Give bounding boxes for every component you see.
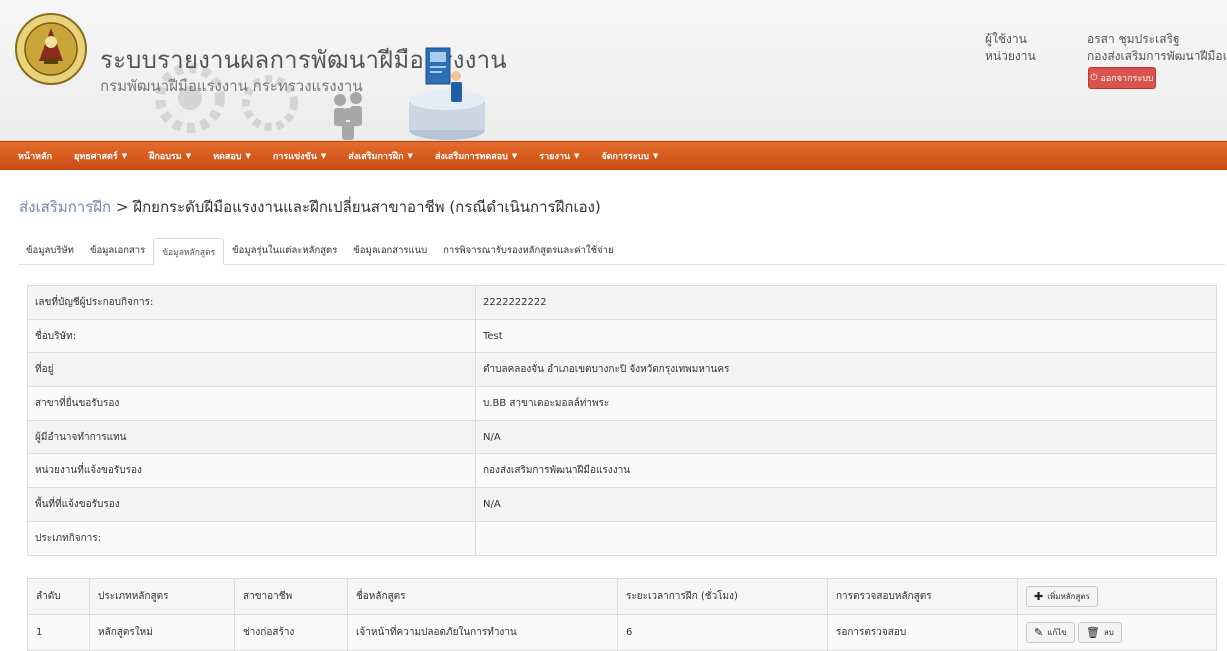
col-header-course-type: ประเภทหลักสูตร: [89, 578, 235, 615]
caret-down-icon: ▼: [245, 152, 251, 160]
col-header-hours: ระยะเวลาการฝึก (ชั่วโมง): [617, 578, 828, 615]
col-header-branch: สาขาอาชีพ: [234, 578, 348, 615]
tab-documents[interactable]: ข้อมูลเอกสาร: [82, 237, 153, 264]
nav-item-competition[interactable]: การแข่งขัน ▼: [273, 149, 326, 163]
caret-down-icon: ▼: [574, 152, 580, 160]
breadcrumb-current: ฝึกยกระดับฝีมือแรงงานและฝึกเปลี่ยนสาขาอา…: [133, 198, 601, 216]
row-value: N/A: [475, 419, 1217, 455]
table-row: 1 หลักสูตรใหม่ ช่างก่อสร้าง เจ้าหน้าที่ค…: [27, 614, 1217, 651]
unit-label: หน่วยงาน: [985, 49, 1036, 63]
course-table: ลำดับ ประเภทหลักสูตร สาขาอาชีพ ชื่อหลักส…: [27, 578, 1217, 651]
user-label: ผู้ใช้งาน: [985, 32, 1027, 46]
power-icon: ⏻: [1090, 73, 1098, 83]
row-value: Test: [475, 318, 1217, 354]
table-header-row: ลำดับ ประเภทหลักสูตร สาขาอาชีพ ชื่อหลักส…: [27, 578, 1217, 615]
logout-label: ออกจากระบบ: [1100, 74, 1154, 84]
user-name: อรสา ชุมประเสริฐ: [1087, 32, 1180, 46]
breadcrumb-separator: >: [115, 198, 129, 216]
table-row: ที่อยู่ ตำบลคลองจั่น อำเภอเขตบางกะปิ จังห…: [27, 352, 1217, 388]
row-label: สาขาที่ยื่นขอรับรอง: [27, 386, 476, 421]
nav-item-system-admin[interactable]: จัดการระบบ ▼: [601, 149, 658, 163]
cell-course-name: เจ้าหน้าที่ความปลอดภัยในการทำงาน: [347, 614, 618, 651]
nav-item-training[interactable]: ฝึกอบรม ▼: [149, 149, 191, 163]
col-header-course-name: ชื่อหลักสูตร: [347, 578, 618, 615]
cell-branch: ช่างก่อสร้าง: [234, 614, 348, 651]
company-info-table: เลขที่บัญชีผู้ประกอบกิจการ: 2222222222 ชื…: [27, 285, 1217, 556]
nav-item-reports[interactable]: รายงาน ▼: [539, 149, 579, 163]
row-value: ตำบลคลองจั่น อำเภอเขตบางกะปิ จังหวัดกรุง…: [475, 352, 1217, 388]
caret-down-icon: ▼: [320, 152, 327, 160]
col-header-review: การตรวจสอบหลักสูตร: [827, 578, 1018, 615]
nav-item-training-promotion[interactable]: ส่งเสริมการฝึก ▼: [348, 149, 413, 163]
nav-item-home[interactable]: หน้าหลัก: [18, 149, 52, 163]
table-row: เลขที่บัญชีผู้ประกอบกิจการ: 2222222222: [27, 285, 1217, 320]
row-label: ผู้มีอำนาจทำการแทน: [27, 419, 476, 455]
caret-down-icon: ▼: [185, 152, 192, 160]
tab-batch-info[interactable]: ข้อมูลรุ่นในแต่ละหลักสูตร: [224, 237, 345, 264]
main-nav: หน้าหลัก ยุทธศาสตร์ ▼ ฝึกอบรม ▼ ทดสอบ ▼ การ…: [0, 141, 1227, 170]
logout-button[interactable]: ⏻ ออกจากระบบ: [1088, 67, 1156, 89]
user-values: อรสา ชุมประเสริฐ กองส่งเสริมการพัฒนาฝีมื…: [1087, 31, 1227, 65]
row-label: ที่อยู่: [27, 352, 476, 388]
edit-button[interactable]: ✎ แก้ไข: [1026, 622, 1075, 643]
row-value: [475, 520, 1217, 556]
breadcrumb: ส่งเสริมการฝึก > ฝึกยกระดับฝีมือแรงงานแล…: [19, 195, 601, 219]
nav-item-testing-promotion[interactable]: ส่งเสริมการทดสอบ ▼: [435, 149, 517, 163]
cell-no: 1: [27, 614, 90, 651]
tab-bar: ข้อมูลบริษัท ข้อมูลเอกสาร ข้อมูลหลักสูตร…: [18, 237, 1225, 265]
nav-item-testing[interactable]: ทดสอบ ▼: [213, 149, 251, 163]
tab-course-info[interactable]: ข้อมูลหลักสูตร: [153, 238, 225, 265]
cell-hours: 6: [617, 614, 828, 651]
row-value: N/A: [475, 487, 1217, 522]
header-illustration: [334, 47, 485, 140]
delete-button[interactable]: 🗑 ลบ: [1077, 622, 1122, 643]
row-label: เลขที่บัญชีผู้ประกอบกิจการ:: [27, 285, 476, 320]
row-value: กองส่งเสริมการพัฒนาฝีมือแรงงาน: [475, 453, 1217, 489]
table-row: พื้นที่ที่แจ้งขอรับรอง N/A: [27, 487, 1217, 522]
caret-down-icon: ▼: [407, 152, 413, 160]
cell-course-type: หลักสูตรใหม่: [89, 614, 235, 651]
cell-actions: ✎ แก้ไข 🗑 ลบ: [1017, 614, 1217, 651]
breadcrumb-parent-link[interactable]: ส่งเสริมการฝึก: [19, 198, 111, 216]
row-value: บ.BB สาขาเดอะมอลล์ท่าพระ: [475, 386, 1217, 421]
header: ระบบรายงานผลการพัฒนาฝีมือแรงงาน กรมพัฒนา…: [0, 0, 1227, 141]
row-label: พื้นที่ที่แจ้งขอรับรอง: [27, 487, 476, 522]
table-row: ชื่อบริษัท: Test: [27, 318, 1217, 354]
table-row: ประเภทกิจการ:: [27, 520, 1217, 556]
caret-down-icon: ▼: [121, 152, 128, 160]
row-label: หน่วยงานที่แจ้งขอรับรอง: [27, 453, 476, 489]
tab-attachments[interactable]: ข้อมูลเอกสารแนบ: [345, 237, 435, 264]
table-row: ผู้มีอำนาจทำการแทน N/A: [27, 419, 1217, 455]
nav-item-strategy[interactable]: ยุทธศาสตร์ ▼: [74, 149, 127, 163]
plus-icon: ✚: [1034, 590, 1044, 603]
col-header-actions: ✚ เพิ่มหลักสูตร: [1017, 578, 1217, 615]
tab-company-info[interactable]: ข้อมูลบริษัท: [18, 237, 82, 264]
row-label: ชื่อบริษัท:: [27, 318, 476, 354]
tab-approval[interactable]: การพิจารณารับรองหลักสูตรและค่าใช้จ่าย: [435, 237, 621, 264]
table-row: หน่วยงานที่แจ้งขอรับรอง กองส่งเสริมการพัฒ…: [27, 453, 1217, 489]
caret-down-icon: ▼: [511, 152, 518, 160]
add-course-button[interactable]: ✚ เพิ่มหลักสูตร: [1026, 586, 1098, 607]
row-label: ประเภทกิจการ:: [27, 520, 476, 556]
unit-name: กองส่งเสริมการพัฒนาฝีมือแรงงาน: [1087, 49, 1227, 63]
row-value: 2222222222: [475, 285, 1217, 320]
department-logo: [15, 13, 87, 85]
cell-review-status: รอการตรวจสอบ: [827, 614, 1018, 651]
caret-down-icon: ▼: [653, 152, 659, 160]
pencil-icon: ✎: [1034, 626, 1044, 639]
col-header-no: ลำดับ: [27, 578, 90, 615]
trash-icon: 🗑: [1085, 626, 1100, 639]
table-row: สาขาที่ยื่นขอรับรอง บ.BB สาขาเดอะมอลล์ท่า…: [27, 386, 1217, 421]
user-labels: ผู้ใช้งาน หน่วยงาน: [985, 31, 1036, 65]
